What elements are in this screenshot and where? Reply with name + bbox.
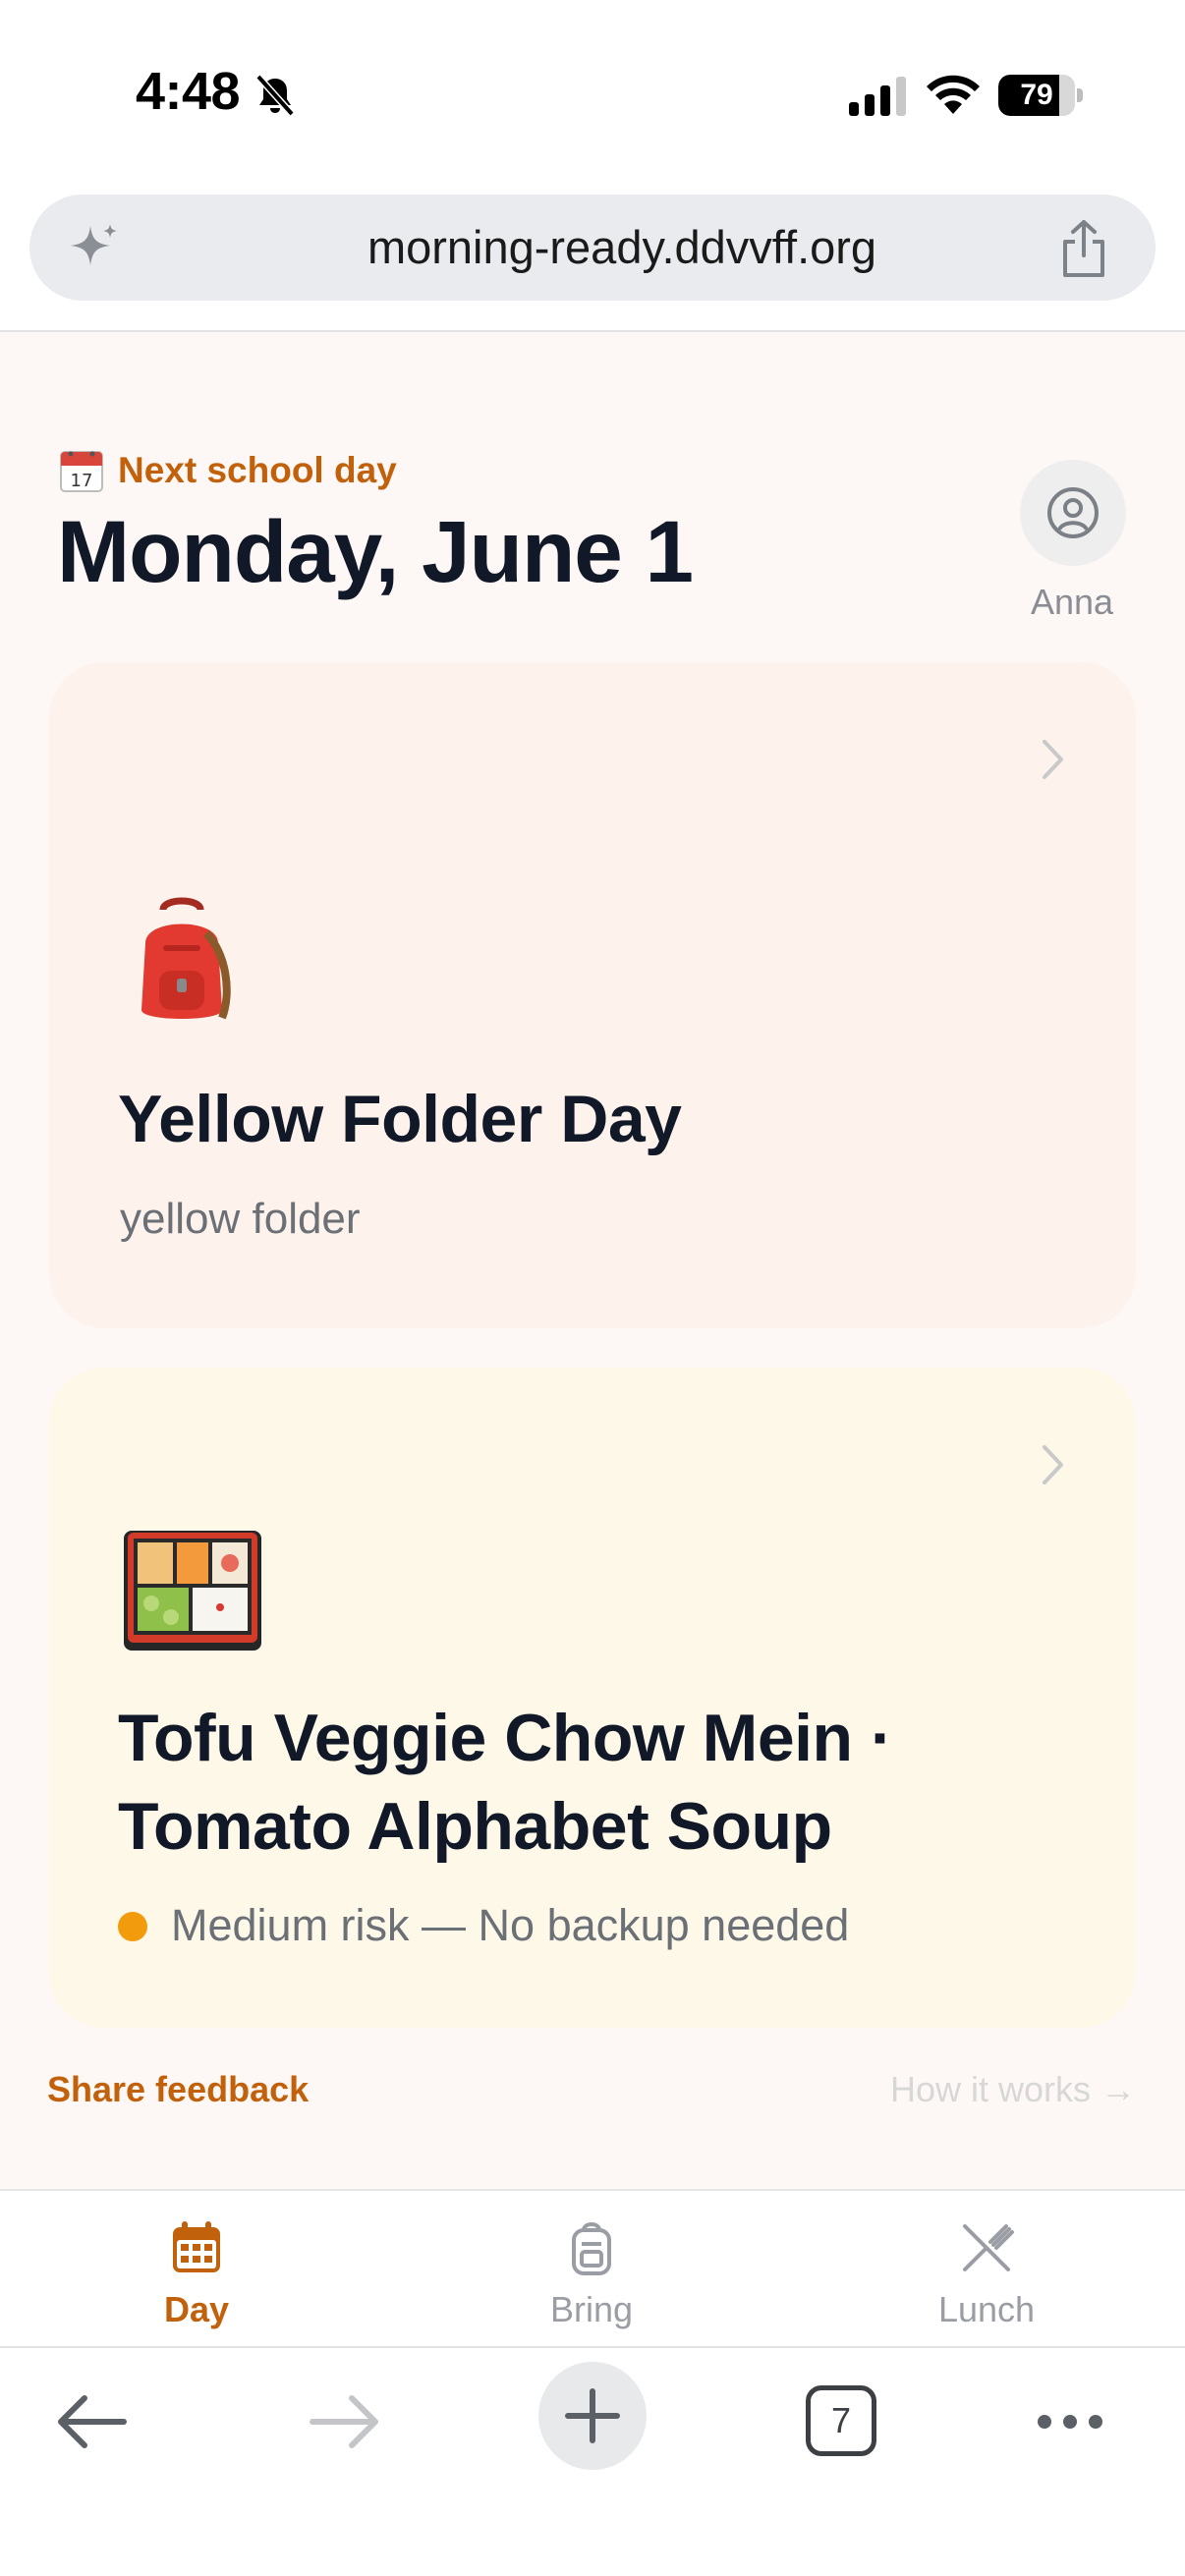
next-school-day-label: Next school day — [118, 450, 397, 490]
svg-text:17: 17 — [71, 471, 93, 491]
tab-bring[interactable]: Bring — [483, 2214, 700, 2332]
lunch-card-title: Tofu Veggie Chow Mein · Tomato Alphabet … — [118, 1701, 893, 1864]
chevron-right-icon — [1043, 740, 1063, 779]
address-bar[interactable]: morning-ready.ddvvff.org — [29, 195, 1156, 301]
browser-toolbar: 7 — [0, 2346, 1185, 2576]
tabs-button[interactable]: 7 — [788, 2368, 896, 2476]
profile-button[interactable]: Anna — [1018, 460, 1126, 622]
avatar[interactable] — [1020, 460, 1126, 566]
calendar-emoji-icon: 17 — [60, 451, 103, 492]
bag-icon — [572, 2222, 611, 2275]
cellular-signal-icon — [849, 77, 906, 116]
forward-button[interactable] — [289, 2368, 397, 2476]
bell-off-icon — [255, 74, 295, 117]
tab-day[interactable]: Day — [88, 2214, 305, 2332]
status-bar: 4:48 79 — [0, 0, 1185, 187]
bring-card[interactable]: Yellow Folder Day yellow folder — [49, 662, 1136, 1328]
page-title: Monday, June 1 — [57, 502, 694, 600]
url-text[interactable]: morning-ready.ddvvff.org — [147, 195, 1097, 301]
ellipsis-icon — [1038, 2415, 1102, 2429]
app-tab-bar: Day Bring Lunch — [0, 2189, 1185, 2346]
screen: 4:48 79 morning-ready.ddvvff.org 17 Next… — [0, 0, 1185, 2576]
battery-body: 79 — [998, 75, 1075, 116]
tab-label: Lunch — [937, 2289, 1036, 2329]
share-feedback-link[interactable]: Share feedback — [47, 2069, 309, 2110]
page-content: 17 Next school day Monday, June 1 Anna Y… — [0, 332, 1185, 2189]
lunch-card[interactable]: Tofu Veggie Chow Mein · Tomato Alphabet … — [49, 1368, 1136, 2028]
chevron-right-icon — [1043, 1445, 1063, 1484]
how-it-works-link[interactable]: How it works → — [890, 2069, 1136, 2110]
battery-indicator: 79 — [998, 75, 1083, 116]
user-circle-icon — [1047, 487, 1099, 538]
risk-text: Medium risk — No backup needed — [171, 1900, 850, 1950]
tab-label: Bring — [549, 2289, 634, 2329]
battery-cap — [1077, 88, 1083, 102]
back-button[interactable] — [39, 2368, 147, 2476]
risk-indicator-dot — [118, 1912, 147, 1941]
tab-lunch[interactable]: Lunch — [878, 2214, 1095, 2332]
tab-label: Day — [163, 2289, 230, 2329]
bento-box-emoji-icon — [124, 1531, 261, 1651]
more-button[interactable] — [1016, 2368, 1124, 2476]
bring-card-subtitle: yellow folder — [120, 1195, 361, 1243]
utensils-crossed-icon — [963, 2224, 1014, 2271]
sparkle-icon[interactable] — [65, 218, 124, 277]
profile-name: Anna — [1030, 582, 1114, 622]
tab-count: 7 — [806, 2385, 876, 2456]
bring-card-title: Yellow Folder Day — [118, 1082, 682, 1156]
share-icon[interactable] — [1055, 218, 1112, 279]
wifi-icon — [927, 75, 980, 114]
plus-icon — [565, 2388, 620, 2443]
status-time: 4:48 — [136, 62, 241, 121]
calendar-icon — [173, 2221, 220, 2272]
new-tab-button[interactable] — [538, 2362, 647, 2470]
backpack-emoji-icon — [141, 897, 231, 1020]
arrow-right-icon — [310, 2395, 378, 2448]
arrow-left-icon — [58, 2395, 127, 2448]
battery-percent: 79 — [1020, 79, 1053, 111]
